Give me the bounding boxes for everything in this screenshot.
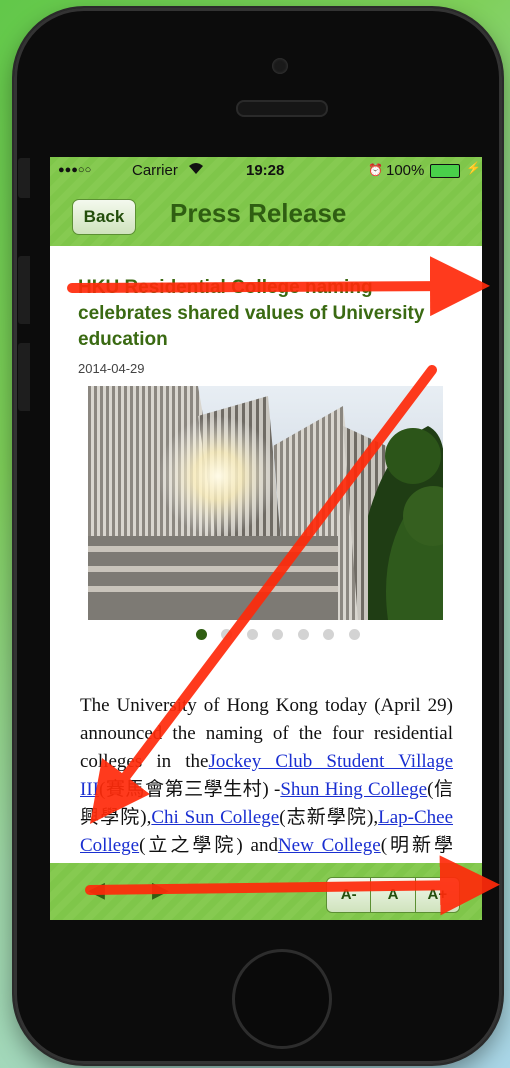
article-body: The University of Hong Kong today (April… (80, 692, 453, 888)
gallery-dot-6[interactable] (323, 629, 335, 640)
charging-icon: ⚡ (466, 161, 481, 175)
previous-arrow-icon[interactable]: ◀ (88, 877, 105, 903)
alarm-icon: ⏰ (368, 163, 383, 177)
article-date: 2014-04-29 (78, 361, 145, 376)
article-photo[interactable] (88, 386, 443, 620)
gallery-dot-1[interactable] (196, 629, 207, 640)
wifi-icon (188, 162, 204, 179)
clock: 19:28 (246, 162, 285, 179)
gallery-dot-4[interactable] (272, 629, 284, 640)
link-chi-sun-college[interactable]: Chi Sun College (151, 807, 279, 828)
volume-up-button (18, 256, 30, 324)
status-bar: ●●●○○ Carrier 19:28 ⏰ 100% ⚡ (50, 157, 482, 183)
next-arrow-icon[interactable]: ▶ (152, 877, 169, 903)
back-button[interactable]: Back (72, 199, 136, 235)
font-decrease-button[interactable]: A- (327, 878, 372, 912)
earpiece-speaker (236, 100, 328, 117)
article-headline: HKU Residential College naming celebrate… (78, 277, 425, 350)
home-button[interactable] (232, 949, 332, 1049)
battery-label: 100% (386, 162, 425, 179)
gallery-dot-5[interactable] (297, 629, 309, 640)
gallery-pagination[interactable] (196, 627, 370, 640)
font-reset-button[interactable]: A (371, 878, 416, 912)
navigation-bar: ●●●○○ Carrier 19:28 ⏰ 100% ⚡ Back Press … (50, 157, 482, 246)
font-increase-button[interactable]: A+ (415, 878, 459, 912)
article-header: HKU Residential College naming celebrate… (78, 275, 458, 376)
gallery-dot-3[interactable] (246, 629, 258, 640)
font-size-controls: A- A A+ (326, 877, 460, 913)
carrier-label: Carrier (132, 162, 178, 179)
volume-down-button (18, 343, 30, 411)
page-title: Press Release (170, 198, 347, 228)
signal-dots: ●●●○○ (58, 164, 92, 176)
front-camera (272, 58, 288, 74)
bottom-toolbar: ◀ ▶ A- A A+ (50, 863, 482, 920)
link-shun-hing-college[interactable]: Shun Hing College (280, 779, 427, 800)
gallery-dot-7[interactable] (348, 629, 360, 640)
body-text: (立之學院) and (139, 835, 278, 856)
app-screen: ●●●○○ Carrier 19:28 ⏰ 100% ⚡ Back Press … (50, 157, 482, 920)
mute-switch (18, 158, 30, 198)
body-text: (志新學院), (279, 807, 379, 828)
gallery-dot-2[interactable] (221, 629, 233, 640)
battery-icon (430, 164, 460, 178)
link-new-college[interactable]: New College (278, 835, 381, 856)
body-text: (賽馬會第三學生村) - (98, 779, 281, 800)
